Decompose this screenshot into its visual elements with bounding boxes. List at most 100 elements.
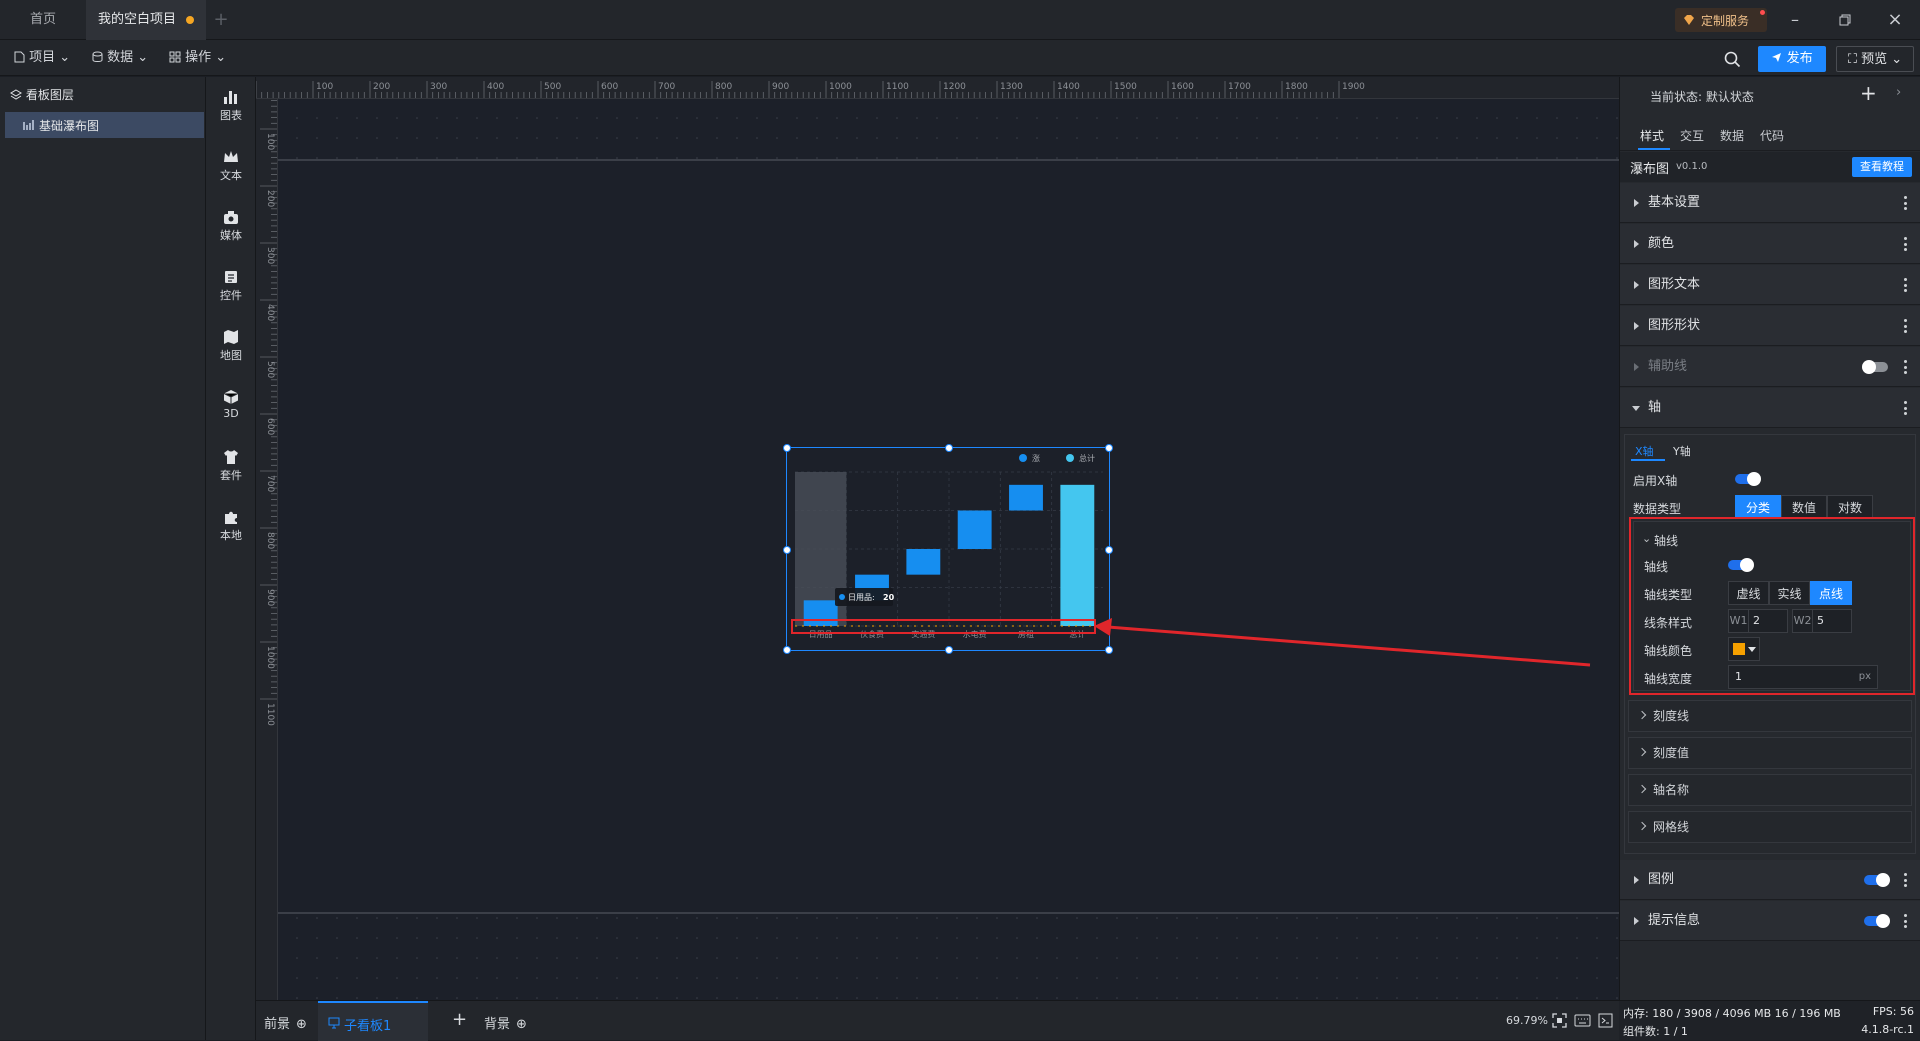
axis-line-toggle[interactable] [1728,558,1754,572]
preview-button[interactable]: ⛶ 预览 ⌄ [1836,46,1914,72]
ruler-top: 100 200 300 400 500 600 700 800 900 1000 1100 1200 1… [256,77,1619,99]
component-text[interactable]: 文本 [206,141,256,199]
publish-label: 发布 [1786,51,1813,66]
axis-highlight-box [791,619,1096,634]
component-chart-label: 图表 [220,109,242,122]
restore-icon[interactable] [1820,0,1870,40]
section-basic[interactable]: 基本设置 [1620,183,1920,223]
zoom-level[interactable]: 69.79% [1506,1014,1548,1027]
add-board-icon[interactable]: + [452,1009,467,1030]
component-map[interactable]: 地图 [206,321,256,379]
section-color[interactable]: 颜色 [1620,224,1920,264]
component-kit[interactable]: 套件 [206,441,256,499]
section-tooltip[interactable]: 提示信息 [1620,901,1920,941]
chevron-right-icon[interactable]: › [1896,85,1901,100]
data-type-value[interactable]: 数值 [1781,495,1827,519]
unsaved-dot [186,15,194,24]
chevron-down-icon[interactable]: ⌄ [1642,532,1651,545]
line-type-dotted[interactable]: 点线 [1810,581,1852,605]
section-legend[interactable]: 图例 [1620,860,1920,900]
section-tooltip-label: 提示信息 [1648,913,1701,928]
design-canvas[interactable]: 日用品 伙食费 交通费 水电费 房租 总计涨总计 日用品: 20 [256,77,1619,1000]
axis-width-input[interactable]: 1 px [1728,665,1878,689]
tutorial-button[interactable]: 查看教程 [1852,157,1912,177]
component-chart[interactable]: 图表 [206,81,256,139]
guide-line-toggle[interactable] [1862,360,1888,374]
tab-home[interactable]: 首页 [0,0,86,40]
line-type-dashed[interactable]: 虚线 [1728,581,1769,605]
sub-tick-line[interactable]: 刻度线 [1628,700,1912,732]
component-3d[interactable]: 3D [206,381,256,439]
w1-input[interactable]: W1 2 [1728,609,1788,633]
tab-data[interactable]: 数据 [1720,127,1744,144]
ruler-left: 100 200 300 400 500 600 700 800 900 1000 1100 [256,99,278,1000]
w2-input[interactable]: W2 5 [1792,609,1852,633]
add-circle-icon[interactable]: ⊕ [296,1017,307,1032]
more-icon[interactable] [1904,914,1907,928]
tab-y-axis[interactable]: Y轴 [1673,443,1691,459]
add-state-icon[interactable]: + [1860,81,1877,105]
section-guide-line[interactable]: 辅助线 [1620,347,1920,387]
back-layer-tab[interactable]: 背景 ⊕ [484,1013,527,1032]
axis-line-title: 轴线 [1654,534,1679,548]
data-type-log[interactable]: 对数 [1827,495,1873,519]
data-type-category[interactable]: 分类 [1735,495,1781,519]
custom-service-button[interactable]: 定制服务 [1675,8,1767,32]
line-type-solid[interactable]: 实线 [1769,581,1810,605]
more-icon[interactable] [1904,196,1907,210]
fit-screen-icon[interactable] [1552,1013,1567,1028]
menu-data[interactable]: 数据 ⌄ [92,40,148,76]
component-local-label: 本地 [220,529,242,542]
publish-button[interactable]: 发布 [1758,46,1826,72]
section-graphic-text[interactable]: 图形文本 [1620,265,1920,305]
terminal-icon[interactable] [1598,1013,1613,1028]
more-icon[interactable] [1904,237,1907,251]
keyboard-icon[interactable] [1574,1014,1591,1027]
front-layer-tab[interactable]: 前景 ⊕ [264,1013,307,1032]
more-icon[interactable] [1904,360,1907,374]
sub-tick-value[interactable]: 刻度值 [1628,737,1912,769]
component-media[interactable]: 媒体 [206,201,256,259]
axis-color-picker[interactable] [1728,637,1760,661]
tab-style[interactable]: 样式 [1640,127,1664,144]
widget-version: v0.1.0 [1676,161,1708,172]
menu-project[interactable]: 项目 ⌄ [14,40,70,76]
add-circle-icon[interactable]: ⊕ [516,1017,527,1032]
sub-tick-line-label: 刻度线 [1653,709,1690,723]
board-tab[interactable]: 子看板1 [318,1001,428,1041]
sub-axis-name[interactable]: 轴名称 [1628,774,1912,806]
caret-right-icon [1634,322,1639,330]
tab-home-label: 首页 [29,12,56,27]
enable-x-toggle[interactable] [1735,472,1761,486]
search-icon[interactable] [1724,51,1741,68]
minimize-icon[interactable]: – [1770,0,1820,40]
menu-data-label: 数据 [107,50,134,65]
monitor-icon [328,1017,340,1029]
section-axis[interactable]: 轴 [1620,388,1920,428]
chevron-right-icon [1637,784,1647,794]
tab-code[interactable]: 代码 [1760,127,1784,144]
sub-grid-line[interactable]: 网格线 [1628,811,1912,843]
tooltip-toggle[interactable] [1864,914,1890,928]
close-icon[interactable]: × [1870,0,1920,40]
front-layer-label: 前景 [264,1017,291,1032]
legend-toggle[interactable] [1864,873,1890,887]
axis-line-group: ⌄ 轴线 轴线 轴线类型 虚线 实线 点线 线条样式 W1 2 W2 5 轴线颜色 … [1633,521,1911,691]
ruler-top-label: 400 [487,82,504,92]
more-icon[interactable] [1904,319,1907,333]
component-map-label: 地图 [220,349,242,362]
tab-interaction[interactable]: 交互 [1680,127,1704,144]
tab-project-label: 我的空白项目 [97,12,176,27]
tab-x-axis[interactable]: X轴 [1635,443,1654,459]
add-tab-icon[interactable]: + [206,0,236,40]
menu-operate[interactable]: 操作 ⌄ [169,40,226,76]
component-control[interactable]: 控件 [206,261,256,319]
layer-item[interactable]: 基础瀑布图 [5,112,204,138]
more-icon[interactable] [1904,278,1907,292]
section-graphic-shape[interactable]: 图形形状 [1620,306,1920,346]
tab-project[interactable]: 我的空白项目 [86,0,206,40]
component-local[interactable]: 本地 [206,501,256,559]
database-icon [92,51,103,62]
more-icon[interactable] [1904,401,1907,415]
more-icon[interactable] [1904,873,1907,887]
